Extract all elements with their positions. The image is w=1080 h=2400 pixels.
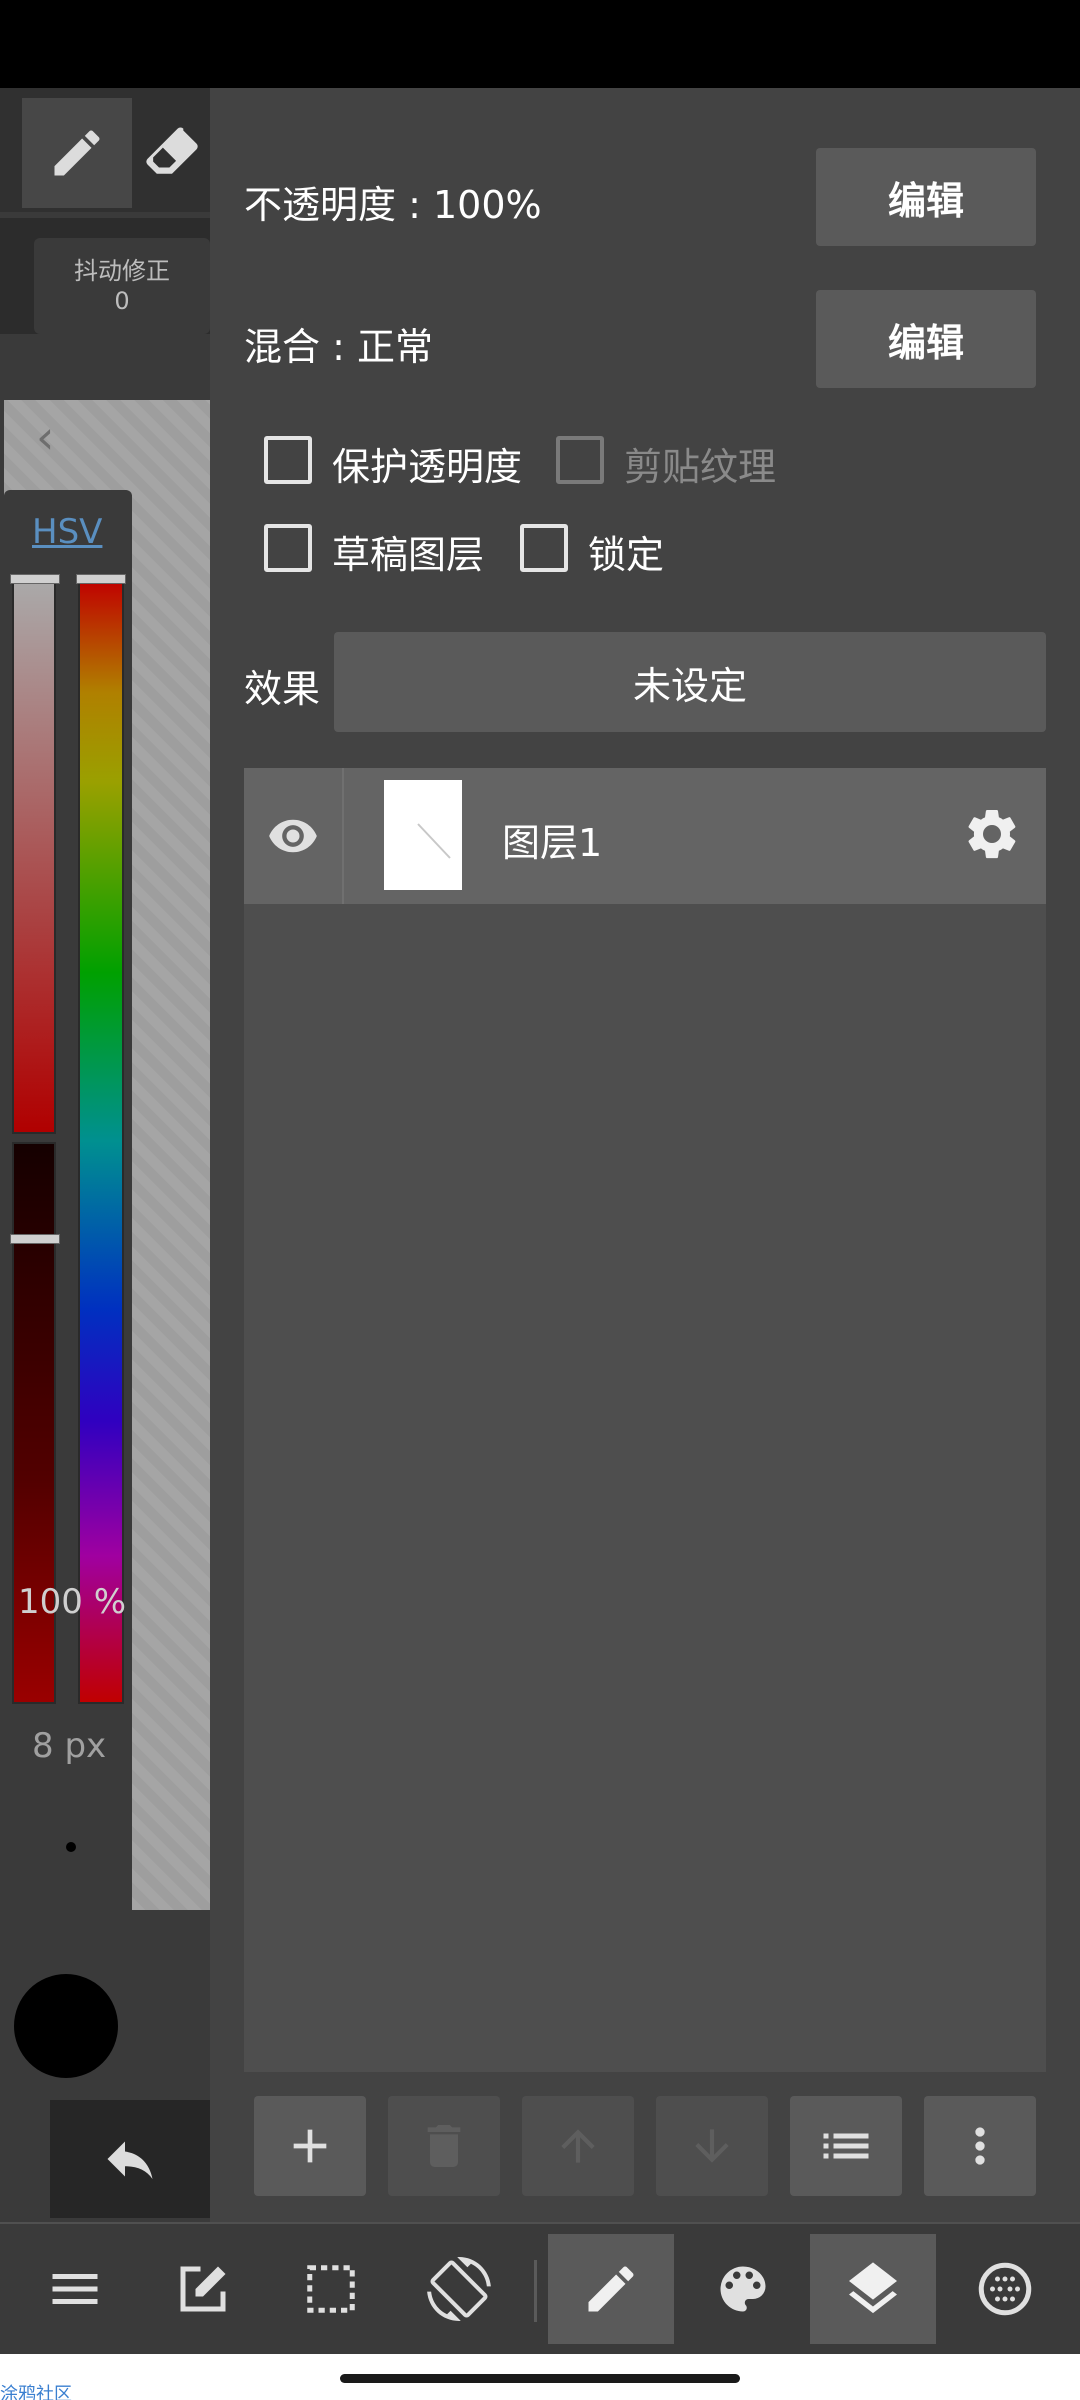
gesture-area: 涂鸦社区: [0, 2354, 1080, 2400]
hue-handle[interactable]: [76, 574, 126, 584]
nav-edit-button[interactable]: [140, 2234, 266, 2344]
saturation-slider[interactable]: [12, 578, 56, 1134]
stabilizer-label: 抖动修正: [74, 257, 170, 285]
color-mode-link[interactable]: HSV: [32, 512, 102, 552]
layer-list: 图层1: [244, 768, 1046, 2072]
nav-selection-button[interactable]: [268, 2234, 394, 2344]
delete-layer-button[interactable]: [388, 2096, 500, 2196]
layer-row[interactable]: 图层1: [244, 768, 1046, 904]
pencil-icon: [588, 2266, 634, 2312]
protect-alpha-checkbox[interactable]: [264, 436, 312, 484]
menu-icon: [52, 2274, 98, 2304]
lock-label[interactable]: 锁定: [588, 524, 664, 579]
undo-button[interactable]: [50, 2100, 210, 2218]
layer-toolbar: [254, 2096, 1054, 2196]
nav-rotate-button[interactable]: [396, 2234, 522, 2344]
clipping-checkbox[interactable]: [556, 436, 604, 484]
draft-layer-label[interactable]: 草稿图层: [332, 524, 484, 579]
undo-icon: [107, 2141, 153, 2179]
layer-settings-button[interactable]: [962, 804, 1022, 868]
pen-tool-button[interactable]: [22, 98, 132, 208]
gear-icon: [968, 809, 1016, 859]
nav-separator: [534, 2260, 537, 2322]
stabilizer-row: 抖动修正 0: [0, 218, 210, 334]
stabilizer-value: 0: [114, 287, 130, 315]
move-layer-down-button[interactable]: [656, 2096, 768, 2196]
bottom-nav: [0, 2222, 1080, 2354]
eraser-icon: [146, 127, 198, 174]
layer-list-menu-button[interactable]: [790, 2096, 902, 2196]
arrow-up-icon: [561, 2129, 595, 2163]
list-icon: [823, 2133, 869, 2159]
home-indicator[interactable]: [340, 2374, 740, 2383]
add-layer-button[interactable]: [254, 2096, 366, 2196]
nav-world-button[interactable]: [942, 2234, 1068, 2344]
plus-icon: [293, 2129, 327, 2163]
eye-icon: [269, 819, 317, 853]
left-tool-area: 抖动修正 0 ‹ HSV 8 px 100 %: [0, 88, 210, 2222]
screen-rotation-icon: [427, 2257, 491, 2321]
blend-label: 混合 : 正常: [244, 325, 433, 369]
layer-visibility-toggle[interactable]: [244, 768, 344, 904]
brush-size-preview: [66, 1842, 76, 1852]
layer-more-button[interactable]: [924, 2096, 1036, 2196]
palette-icon: [720, 2266, 766, 2312]
layer-name: 图层1: [502, 821, 603, 865]
hue-slider[interactable]: [78, 578, 124, 1704]
clipping-label[interactable]: 剪贴纹理: [624, 436, 776, 491]
watermark: 涂鸦社区: [0, 2384, 72, 2400]
edit-square-icon: [180, 2266, 226, 2312]
current-color-swatch[interactable]: [14, 1974, 118, 2078]
effect-button[interactable]: 未设定: [334, 632, 1046, 732]
chevron-left-icon[interactable]: ‹: [36, 410, 54, 464]
nav-layers-button[interactable]: [810, 2234, 936, 2344]
lock-checkbox[interactable]: [520, 524, 568, 572]
layer-panel: 不透明度 : 100% 编辑 混合 : 正常 编辑 保护透明度 剪贴纹理 草稿图…: [210, 88, 1080, 2222]
value-handle[interactable]: [10, 1234, 60, 1244]
globe-dots-icon: [978, 2262, 1032, 2316]
color-panel: HSV 8 px: [4, 490, 132, 2090]
draft-layer-checkbox[interactable]: [264, 524, 312, 572]
move-layer-up-button[interactable]: [522, 2096, 634, 2196]
brush-opacity-label[interactable]: 100 %: [18, 1582, 126, 1622]
selection-icon: [307, 2265, 355, 2313]
nav-brush-button[interactable]: [548, 2234, 674, 2344]
effect-label: 效果: [244, 667, 321, 711]
brush-size-label[interactable]: 8 px: [32, 1726, 106, 1766]
nav-color-button[interactable]: [680, 2234, 806, 2344]
pencil-icon: [54, 130, 100, 176]
opacity-edit-button[interactable]: 编辑: [816, 148, 1036, 246]
saturation-handle[interactable]: [10, 574, 60, 584]
eraser-tool-button[interactable]: [140, 98, 210, 208]
opacity-label: 不透明度 : 100%: [244, 183, 542, 227]
tool-row: [0, 88, 210, 212]
arrow-down-icon: [695, 2129, 729, 2163]
stabilizer-control[interactable]: 抖动修正 0: [34, 238, 210, 334]
layer-thumbnail: [384, 780, 462, 890]
more-vert-icon: [975, 2127, 985, 2165]
protect-alpha-label[interactable]: 保护透明度: [332, 436, 522, 491]
trash-icon: [427, 2125, 461, 2167]
blend-edit-button[interactable]: 编辑: [816, 290, 1036, 388]
nav-menu-button[interactable]: [12, 2234, 138, 2344]
status-bar: [0, 0, 1080, 88]
layers-icon: [849, 2262, 897, 2314]
